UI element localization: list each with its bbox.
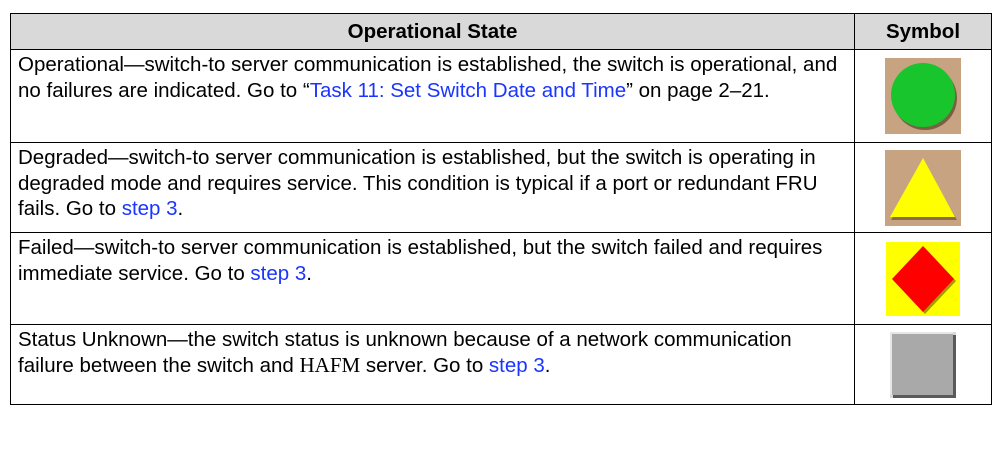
state-description: Failed—switch-to server communication is… xyxy=(10,232,855,325)
state-description: Status Unknown—the switch status is unkn… xyxy=(10,324,855,405)
symbol-cell xyxy=(854,142,992,233)
table-row: Failed—switch-to server communication is… xyxy=(10,232,992,325)
step-3-link[interactable]: step 3 xyxy=(489,354,545,377)
header-symbol: Symbol xyxy=(854,13,992,50)
step-3-link[interactable]: step 3 xyxy=(122,197,178,220)
header-operational-state: Operational State xyxy=(10,13,855,50)
operational-state-table: Operational State Symbol Operational—swi… xyxy=(10,13,992,405)
table-header-row: Operational State Symbol xyxy=(10,13,992,50)
symbol-cell xyxy=(854,324,992,405)
state-description: Degraded—switch-to server communication … xyxy=(10,142,855,233)
red-diamond-icon xyxy=(886,241,960,316)
state-description: Operational—switch-to server communicati… xyxy=(10,49,855,143)
task-11-link[interactable]: Task 11: Set Switch Date and Time xyxy=(310,79,626,102)
symbol-cell xyxy=(854,232,992,325)
table-row: Operational—switch-to server communicati… xyxy=(10,49,992,143)
table-row: Degraded—switch-to server communication … xyxy=(10,142,992,233)
green-circle-icon xyxy=(885,58,961,134)
table-row: Status Unknown—the switch status is unkn… xyxy=(10,324,992,405)
gray-square-icon xyxy=(890,331,956,398)
step-3-link[interactable]: step 3 xyxy=(250,262,306,285)
yellow-triangle-icon xyxy=(885,149,961,226)
symbol-cell xyxy=(854,49,992,143)
